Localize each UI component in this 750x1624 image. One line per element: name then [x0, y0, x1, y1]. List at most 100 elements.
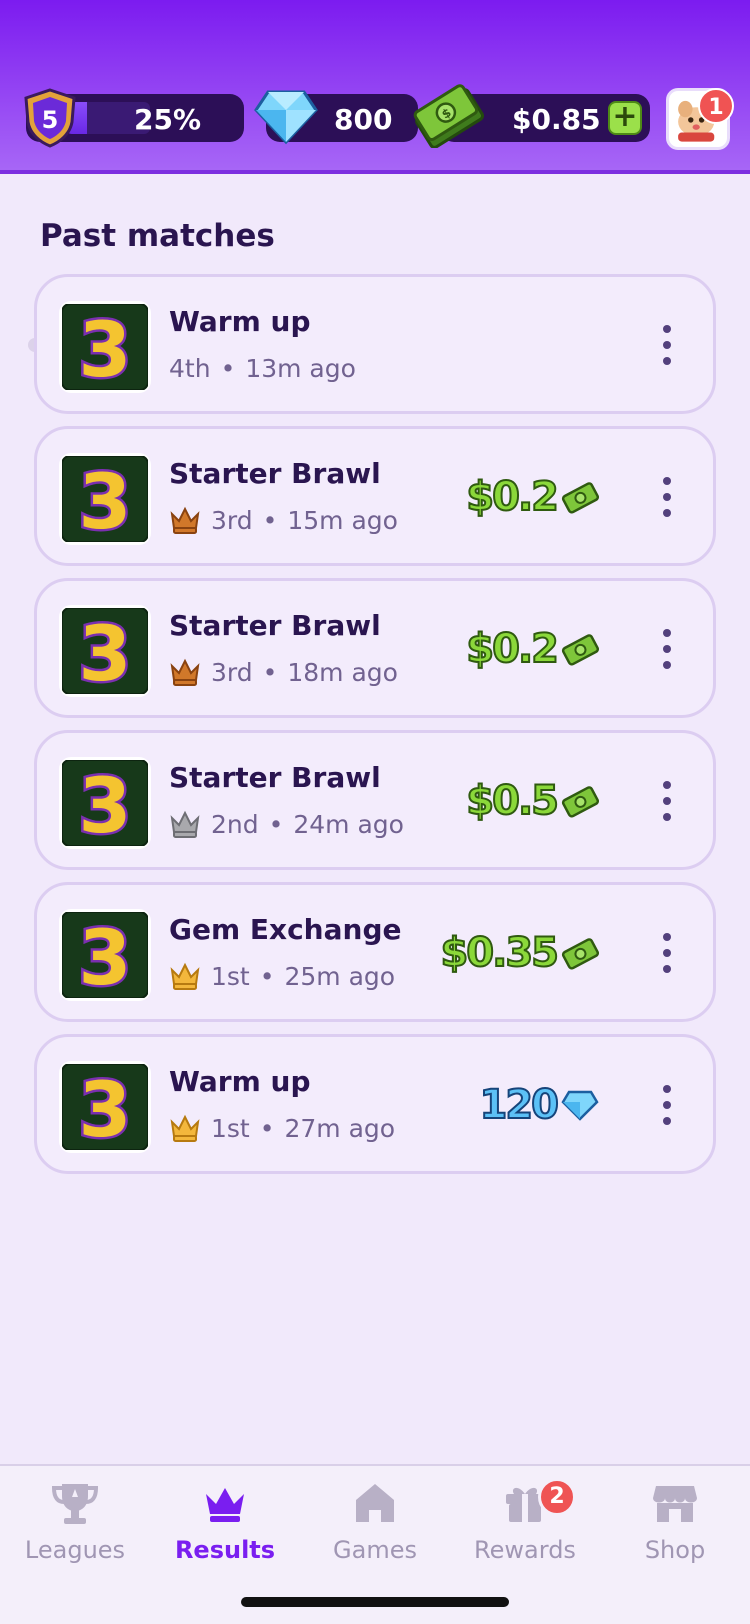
game-thumbnail: 3 [59, 1061, 151, 1153]
game-thumbnail: 3 [59, 757, 151, 849]
match-title: Warm up [169, 1065, 311, 1098]
gold-crown-icon [170, 962, 200, 990]
trophy-icon [51, 1484, 99, 1524]
match-time: 18m ago [287, 657, 398, 687]
match-title: Starter Brawl [169, 457, 381, 490]
game-logo-icon: 3 [62, 456, 148, 542]
svg-text:3: 3 [79, 913, 132, 998]
nav-results[interactable]: Results [150, 1480, 300, 1580]
level-progress-pill[interactable]: 5 25% [24, 88, 244, 148]
nav-label-leagues: Leagues [24, 1536, 126, 1564]
match-result: 3rd • 18m ago [169, 657, 398, 687]
notification-badge[interactable]: 1 [698, 88, 734, 124]
cash-balance-pill[interactable]: $ $0.85 + [413, 84, 650, 148]
add-funds-button[interactable]: + [608, 101, 642, 135]
bronze-crown-icon [170, 506, 200, 534]
match-time: 25m ago [284, 961, 396, 991]
match-place: 3rd [211, 505, 253, 535]
match-place: 2nd [211, 809, 259, 839]
crown-icon [206, 1488, 244, 1522]
cash-icon [561, 482, 599, 514]
nav-shop[interactable]: Shop [600, 1480, 750, 1580]
rewards-badge: 2 [538, 1478, 576, 1516]
more-options-icon[interactable] [661, 477, 673, 517]
match-time: 27m ago [284, 1113, 396, 1143]
gems-balance-pill[interactable]: 800 [254, 90, 418, 145]
separator-dot: • [268, 809, 284, 839]
level-progress-label: 25% [134, 103, 202, 136]
match-prize: 120 [479, 1079, 600, 1131]
cash-icon [561, 786, 599, 818]
match-place: 1st [211, 1113, 250, 1143]
store-icon [653, 1486, 697, 1522]
svg-text:3: 3 [79, 305, 132, 390]
match-card[interactable]: 3 Starter Brawl 3rd • 18m ago $0.2 [34, 578, 716, 718]
match-card[interactable]: 3 Warm up 1st • 27m ago 120 [34, 1034, 716, 1174]
more-options-icon[interactable] [661, 933, 673, 973]
cash-icon [561, 634, 599, 666]
match-card[interactable]: 3 Warm up 4th • 13m ago [34, 274, 716, 414]
bronze-crown-icon [170, 658, 200, 686]
match-prize: $0.2 [465, 623, 599, 675]
shield-icon: 5 [24, 88, 76, 148]
prize-amount: $0.35 [439, 929, 560, 977]
match-time: 13m ago [245, 353, 356, 383]
separator-dot: • [262, 505, 278, 535]
nav-label-shop: Shop [644, 1536, 706, 1564]
cash-balance: $0.85 [512, 103, 601, 136]
cash-stack-icon: $ [413, 84, 484, 148]
match-card[interactable]: 3 Gem Exchange 1st • 25m ago $0.35 [34, 882, 716, 1022]
separator-dot: • [259, 1113, 275, 1143]
top-bar: 5 25% 800 $ $0.85 + 1 [0, 0, 750, 174]
match-prize: $0.2 [465, 471, 599, 523]
cash-icon [561, 938, 599, 970]
game-thumbnail: 3 [59, 909, 151, 1001]
game-logo-icon: 3 [62, 1064, 148, 1150]
game-logo-icon: 3 [62, 760, 148, 846]
svg-text:3: 3 [79, 609, 132, 694]
match-card[interactable]: 3 Starter Brawl 3rd • 15m ago $0.2 [34, 426, 716, 566]
svg-text:3: 3 [79, 761, 132, 846]
prize-amount: $0.2 [465, 625, 560, 673]
more-options-icon[interactable] [661, 325, 673, 365]
nav-rewards[interactable]: Rewards 2 [450, 1478, 600, 1580]
nav-label-results: Results [174, 1536, 276, 1564]
prize-amount: 120 [479, 1081, 560, 1129]
more-options-icon[interactable] [661, 1085, 673, 1125]
match-result: 4th • 13m ago [169, 353, 356, 383]
separator-dot: • [259, 961, 275, 991]
match-time: 15m ago [287, 505, 398, 535]
gem-icon [254, 90, 318, 145]
svg-text:3: 3 [79, 1065, 132, 1150]
prize-amount: $0.5 [465, 777, 560, 825]
level-number: 5 [42, 106, 59, 134]
svg-text:3: 3 [79, 457, 132, 542]
home-indicator [241, 1597, 509, 1607]
match-title: Gem Exchange [169, 913, 402, 946]
home-icon [356, 1484, 394, 1522]
prize-amount: $0.2 [465, 473, 560, 521]
nav-games[interactable]: Games [300, 1480, 450, 1580]
more-options-icon[interactable] [661, 781, 673, 821]
match-title: Starter Brawl [169, 761, 381, 794]
nav-leagues[interactable]: Leagues [0, 1480, 150, 1580]
gems-balance: 800 [334, 103, 393, 136]
section-title: Past matches [40, 218, 275, 254]
separator-dot: • [220, 353, 236, 383]
more-options-icon[interactable] [661, 629, 673, 669]
match-prize: $0.35 [439, 927, 599, 979]
gem-icon [561, 1090, 599, 1121]
nav-label-rewards: Rewards [474, 1536, 576, 1564]
match-result: 1st • 27m ago [169, 1113, 395, 1143]
match-place: 3rd [211, 657, 253, 687]
match-result: 3rd • 15m ago [169, 505, 398, 535]
game-logo-icon: 3 [62, 912, 148, 998]
game-thumbnail: 3 [59, 605, 151, 697]
match-result: 2nd • 24m ago [169, 809, 404, 839]
silver-crown-icon [170, 810, 200, 838]
nav-label-games: Games [333, 1536, 417, 1564]
match-card[interactable]: 3 Starter Brawl 2nd • 24m ago $0.5 [34, 730, 716, 870]
game-logo-icon: 3 [62, 304, 148, 390]
match-place: 4th [169, 353, 211, 383]
match-result: 1st • 25m ago [169, 961, 395, 991]
